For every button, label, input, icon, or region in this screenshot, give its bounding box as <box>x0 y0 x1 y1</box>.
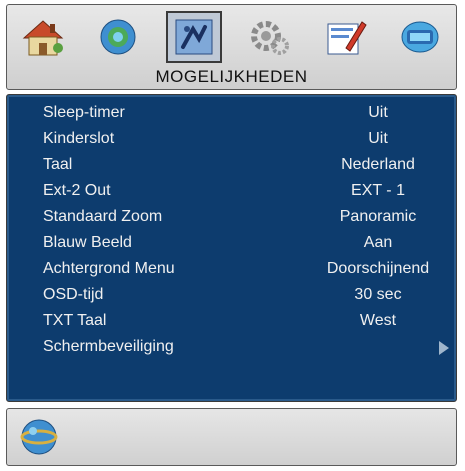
arrow-right-icon <box>439 341 449 355</box>
menu-row-standaard-zoom[interactable]: Standaard Zoom Panoramic <box>7 205 456 229</box>
menu-row-blauw-beeld[interactable]: Blauw Beeld Aan <box>7 231 456 255</box>
menu-row-label: Kinderslot <box>43 130 115 147</box>
menu-row-value: Panoramic <box>339 208 417 225</box>
menu-row-value: Aan <box>363 234 393 251</box>
globe-icon <box>19 417 59 462</box>
menu-row-label: Ext-2 Out <box>43 182 111 199</box>
menu-row-value: Uit <box>368 104 388 121</box>
menu-row-achtergrond-menu[interactable]: Achtergrond Menu Doorschijnend <box>7 257 456 281</box>
tv-osd-menu: MOGELIJKHEDEN Sleep-timer Uit Kinderslot… <box>6 4 457 466</box>
menu-row-kinderslot[interactable]: Kinderslot Uit <box>7 127 456 151</box>
menu-row-taal[interactable]: Taal Nederland <box>7 153 456 177</box>
menu-row-schermbeveiliging[interactable]: Schermbeveiliging <box>7 335 456 359</box>
menu-row-label: Standaard Zoom <box>43 208 163 225</box>
menu-row-label: Blauw Beeld <box>43 234 132 251</box>
menu-row-value: Uit <box>368 130 388 147</box>
menu-row-label: Schermbeveiliging <box>43 338 174 355</box>
menu-row-value: Nederland <box>341 156 415 173</box>
picture-icon[interactable] <box>90 11 146 63</box>
menu-row-sleep-timer[interactable]: Sleep-timer Uit <box>7 101 456 125</box>
menu-row-label: OSD-tijd <box>43 286 104 303</box>
menu-row-txt-taal[interactable]: TXT Taal West <box>7 309 456 333</box>
menu-row-osd-tijd[interactable]: OSD-tijd 30 sec <box>7 283 456 307</box>
options-icon[interactable] <box>165 11 222 63</box>
menu-icon-row <box>15 11 448 63</box>
edit-icon[interactable] <box>317 11 373 63</box>
menu-row-label: Sleep-timer <box>43 104 125 121</box>
menu-title: MOGELIJKHEDEN <box>155 67 308 86</box>
menu-row-label: Achtergrond Menu <box>43 260 175 277</box>
menu-row-ext2-out[interactable]: Ext-2 Out EXT - 1 <box>7 179 456 203</box>
menu-row-value: 30 sec <box>354 286 402 303</box>
source-icon[interactable] <box>392 11 448 63</box>
menu-row-label: Taal <box>43 156 73 173</box>
bottom-info-bar <box>6 408 457 466</box>
home-icon[interactable] <box>15 11 71 63</box>
top-icon-bar: MOGELIJKHEDEN <box>6 4 457 90</box>
options-menu-panel: Sleep-timer Uit Kinderslot Uit Taal Nede… <box>6 94 457 402</box>
menu-row-value: EXT - 1 <box>351 182 405 199</box>
menu-row-label: TXT Taal <box>43 312 107 329</box>
menu-row-value: West <box>359 312 397 329</box>
settings-gear-icon[interactable] <box>241 11 297 63</box>
menu-row-value: Doorschijnend <box>326 260 430 277</box>
